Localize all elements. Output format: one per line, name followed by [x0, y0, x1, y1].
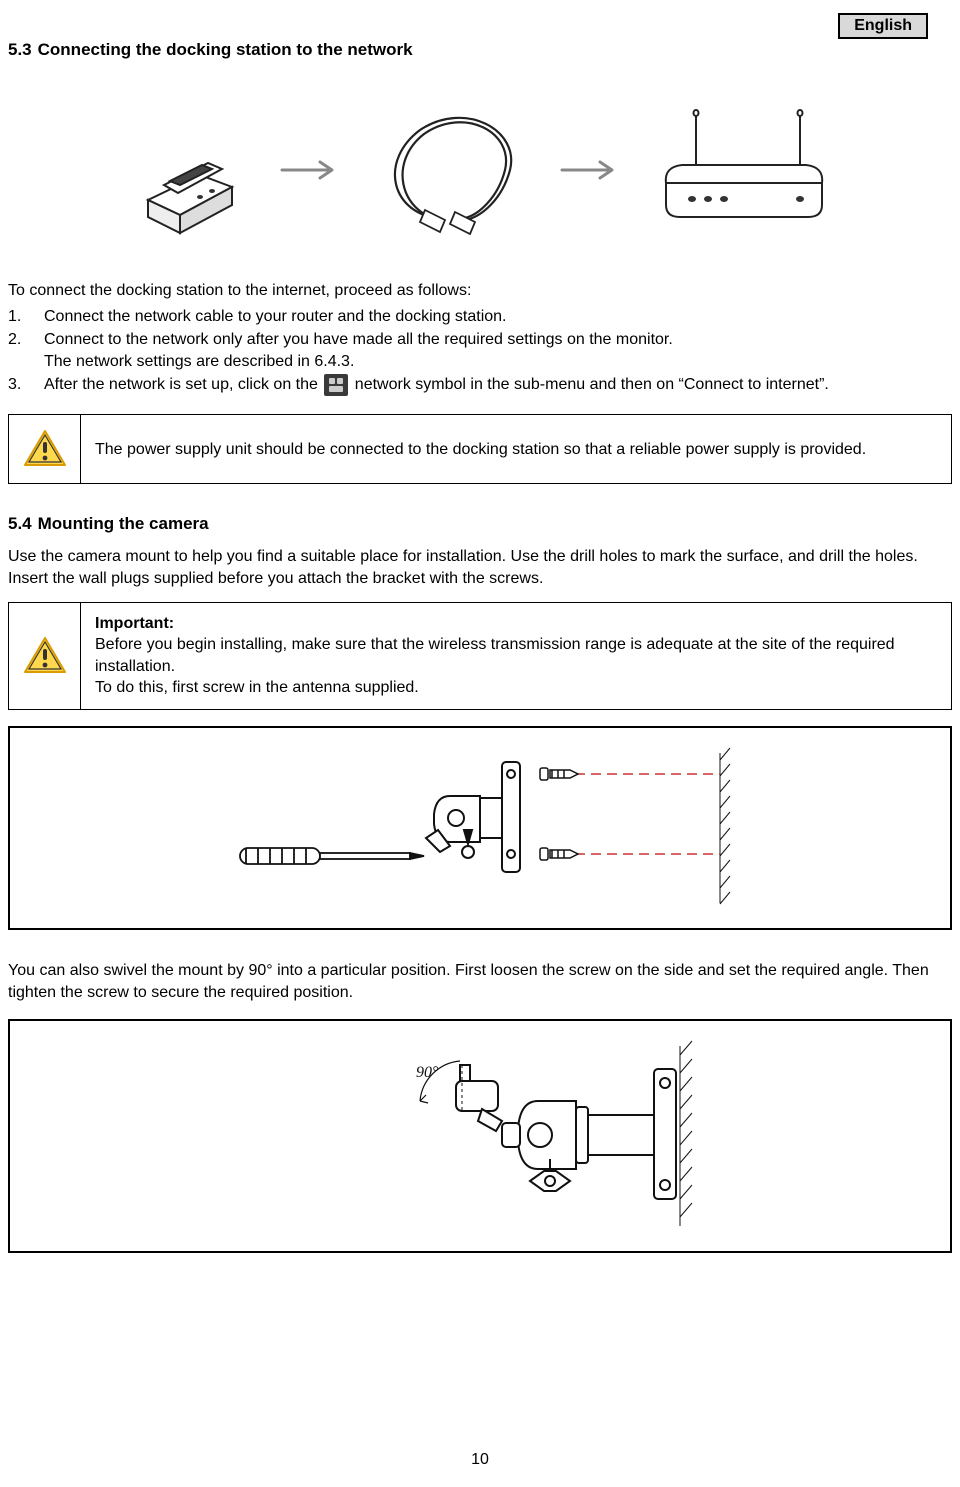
section-5-4-title: Mounting the camera — [38, 514, 209, 533]
language-badge: English — [838, 13, 928, 39]
ethernet-cable-illustration — [370, 100, 530, 240]
important-label: Important: — [95, 615, 174, 632]
section-5-3-title: Connecting the docking station to the ne… — [38, 40, 413, 59]
step-number: 3. — [8, 374, 44, 396]
arrow-right-icon — [280, 158, 340, 182]
section-5-3-steps: 1.Connect the network cable to your rout… — [8, 306, 952, 397]
warning-icon — [23, 636, 67, 676]
section-5-4-number: 5.4 — [8, 514, 32, 533]
section-5-3-intro: To connect the docking station to the in… — [8, 280, 952, 302]
router-illustration — [650, 105, 830, 235]
mounting-drill-illustration — [180, 748, 780, 908]
step-2-text: Connect to the network only after you ha… — [44, 329, 952, 372]
section-5-3-number: 5.3 — [8, 40, 32, 59]
arrow-right-icon — [560, 158, 620, 182]
step-3-text: After the network is set up, click on th… — [44, 374, 952, 396]
angle-label: 90° — [416, 1064, 439, 1081]
docking-station-illustration — [130, 105, 250, 235]
warning-power-supply: The power supply unit should be connecte… — [8, 414, 952, 484]
mounting-swivel-illustration: 90° — [220, 1041, 740, 1231]
network-grid-icon — [324, 374, 348, 396]
section-5-4-heading: 5.4 Mounting the camera — [8, 514, 952, 534]
figure-mounting-swivel: 90° — [8, 1019, 952, 1253]
section-5-3-heading: 5.3 Connecting the docking station to the… — [8, 40, 952, 60]
section-5-4-intro: Use the camera mount to help you find a … — [8, 546, 952, 589]
figure-mounting-drill — [8, 726, 952, 930]
page-number: 10 — [0, 1451, 960, 1469]
section-5-4-swivel-text: You can also swivel the mount by 90° int… — [8, 960, 952, 1003]
step-number: 1. — [8, 306, 44, 328]
warning-power-text: The power supply unit should be connecte… — [81, 429, 951, 471]
warning-important-text: Important: Before you begin installing, … — [81, 603, 951, 709]
figure-connection-chain — [8, 90, 952, 250]
warning-icon — [23, 429, 67, 469]
warning-important: Important: Before you begin installing, … — [8, 602, 952, 710]
step-1-text: Connect the network cable to your router… — [44, 306, 952, 328]
step-number: 2. — [8, 329, 44, 351]
